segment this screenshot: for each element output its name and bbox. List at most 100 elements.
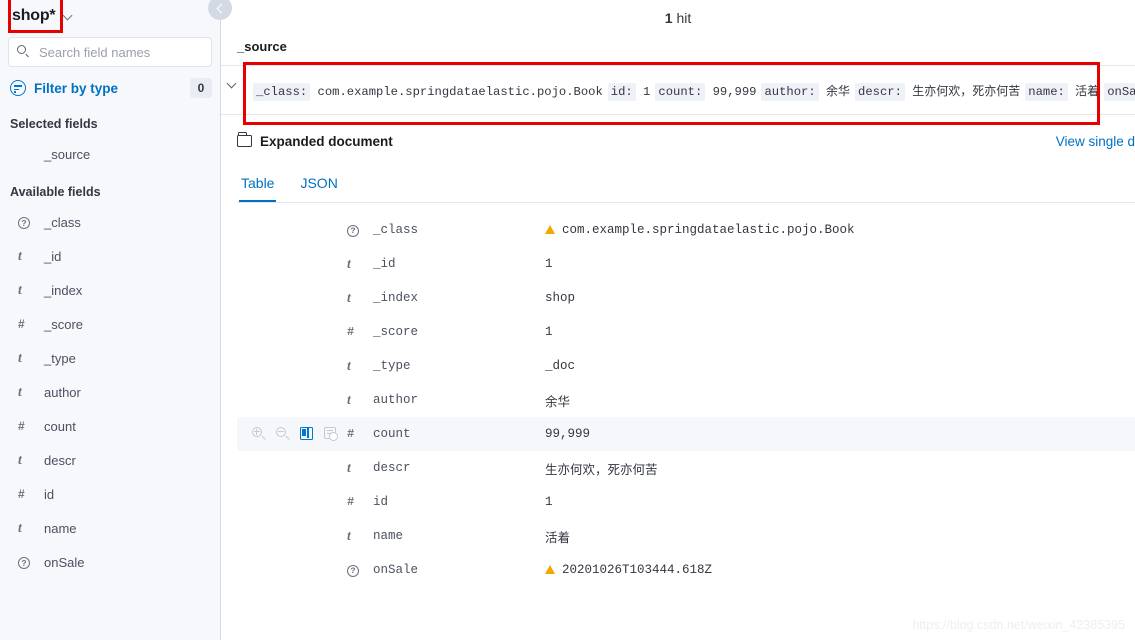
field-type-number-icon: # [347,495,355,509]
detail-field-name: _class [373,223,419,237]
detail-field-name: id [373,495,389,509]
source-key: descr: [855,83,905,101]
row-actions [237,417,347,451]
sidebar-field-score[interactable]: # _score [8,307,212,341]
filter-by-type-row[interactable]: Filter by type 0 [8,73,212,103]
row-actions [237,213,347,247]
sidebar-field-label: descr [44,452,76,468]
detail-row[interactable]: # _score 1 [237,315,1135,349]
field-search-container [8,37,212,67]
sidebar-field-label: _id [44,248,62,264]
magnifier-plus-icon[interactable] [251,426,267,442]
document-detail-table: ? _class com.example.springdataelastic.poj… [237,213,1135,587]
row-expand-toggle[interactable] [221,74,243,89]
source-key: _class: [253,83,311,101]
filter-icon [10,80,26,96]
detail-field-value: 1 [545,257,553,271]
detail-row[interactable]: ? onSale 20201026T103444.618Z [237,553,1135,587]
field-type-string-icon: t [347,460,351,475]
detail-row[interactable]: t _id 1 [237,247,1135,281]
detail-field-type: t [347,281,369,315]
detail-field-type: t [347,519,369,553]
field-type-string-icon: t [18,452,22,467]
sidebar-field-source[interactable]: _source [8,137,212,171]
detail-row[interactable]: t name 活着 [237,519,1135,553]
row-actions [237,281,347,315]
detail-field-name: name [373,529,404,543]
field-type-string-icon: t [18,350,22,365]
filter-by-type-count: 0 [190,78,212,98]
source-pair: descr: 生亦何欢，死亦何苦 [855,83,1020,101]
row-actions [237,247,347,281]
sidebar-field-id[interactable]: t _id [8,239,212,273]
detail-row[interactable]: t descr 生亦何欢，死亦何苦 [237,451,1135,485]
detail-field-value: _doc [545,359,576,373]
detail-row[interactable]: t author 余华 [237,383,1135,417]
detail-row[interactable]: ? _class com.example.springdataelastic.poj… [237,213,1135,247]
sidebar-field-author[interactable]: t author [8,375,212,409]
source-value: 99,999 [712,85,757,99]
source-value: 1 [643,85,651,99]
detail-field-name: _type [373,359,411,373]
filter-by-type-label[interactable]: Filter by type [34,81,118,96]
sidebar-field-class[interactable]: ? _class [8,205,212,239]
sidebar-field-label: onSale [44,554,85,570]
sidebar-field-label: id [44,486,55,502]
index-pattern-selector[interactable]: shop* [8,0,212,32]
field-type-unknown-icon: ? [347,223,359,237]
detail-field-value: 活着 [545,529,571,545]
field-type-string-icon: t [18,248,22,263]
field-type-string-icon: t [347,358,351,373]
row-actions [237,485,347,519]
field-type-unknown-icon: ? [347,563,359,577]
sidebar-field-descr[interactable]: t descr [8,443,212,477]
sidebar-field-type[interactable]: t _type [8,341,212,375]
sidebar-field-index[interactable]: t _index [8,273,212,307]
chevron-down-icon[interactable] [63,11,74,22]
source-value: 活着 [1075,84,1100,98]
detail-row[interactable]: # count 99,999 [237,417,1135,451]
toggle-column-icon[interactable] [299,426,315,442]
detail-field-name: _index [373,291,419,305]
tab-table[interactable]: Table [239,169,277,202]
detail-row[interactable]: # id 1 [237,485,1135,519]
source-pair: id: 1 [607,83,651,101]
sidebar-field-onSale[interactable]: ? onSale [8,545,212,579]
detail-field-value: 1 [545,495,553,509]
sidebar-field-name[interactable]: t name [8,511,212,545]
source-pair: author: 余华 [761,83,850,101]
field-type-number-icon: # [18,419,25,433]
watermark: https://blog.csdn.net/weixin_42385395 [912,618,1125,632]
document-row[interactable]: _class: com.example.springdataelastic.po… [221,66,1135,115]
field-type-number-icon: # [18,487,25,501]
detail-field-type: # [347,417,369,451]
detail-field-type: # [347,485,369,519]
detail-field-type: ? [347,553,369,587]
selected-fields-title: Selected fields [10,117,98,131]
hits-label: hit [676,10,692,26]
source-key: id: [607,83,636,101]
expanded-document-tabs: Table JSON [237,169,1135,203]
field-present-icon[interactable] [323,426,339,442]
tab-json[interactable]: JSON [298,169,339,202]
field-type-string-icon: t [347,290,351,305]
magnifier-minus-icon[interactable] [275,426,291,442]
search-input[interactable] [8,37,212,67]
detail-field-value: com.example.springdataelastic.pojo.Book [489,213,1135,247]
available-fields-list: ? _classt _id t _index # _score t _type t author # c… [8,205,212,579]
hits-counter-bar: 1 hit [221,0,1135,30]
source-pair: onSale: 20201026T103444.618Z [1104,83,1135,101]
sidebar-field-count[interactable]: # count [8,409,212,443]
field-type-unknown-icon: ? [18,555,36,569]
view-single-document-link[interactable]: View single d [1056,134,1135,149]
row-actions [237,553,347,587]
detail-field-value: 20201026T103444.618Z [489,553,1135,587]
field-type-number-icon: # [347,427,355,441]
field-type-string-icon: t [18,520,22,535]
index-pattern-name: shop* [12,7,56,24]
field-type-string-icon: t [18,384,22,399]
detail-row[interactable]: t _type _doc [237,349,1135,383]
detail-row[interactable]: t _index shop [237,281,1135,315]
row-actions [237,349,347,383]
sidebar-field-id[interactable]: # id [8,477,212,511]
